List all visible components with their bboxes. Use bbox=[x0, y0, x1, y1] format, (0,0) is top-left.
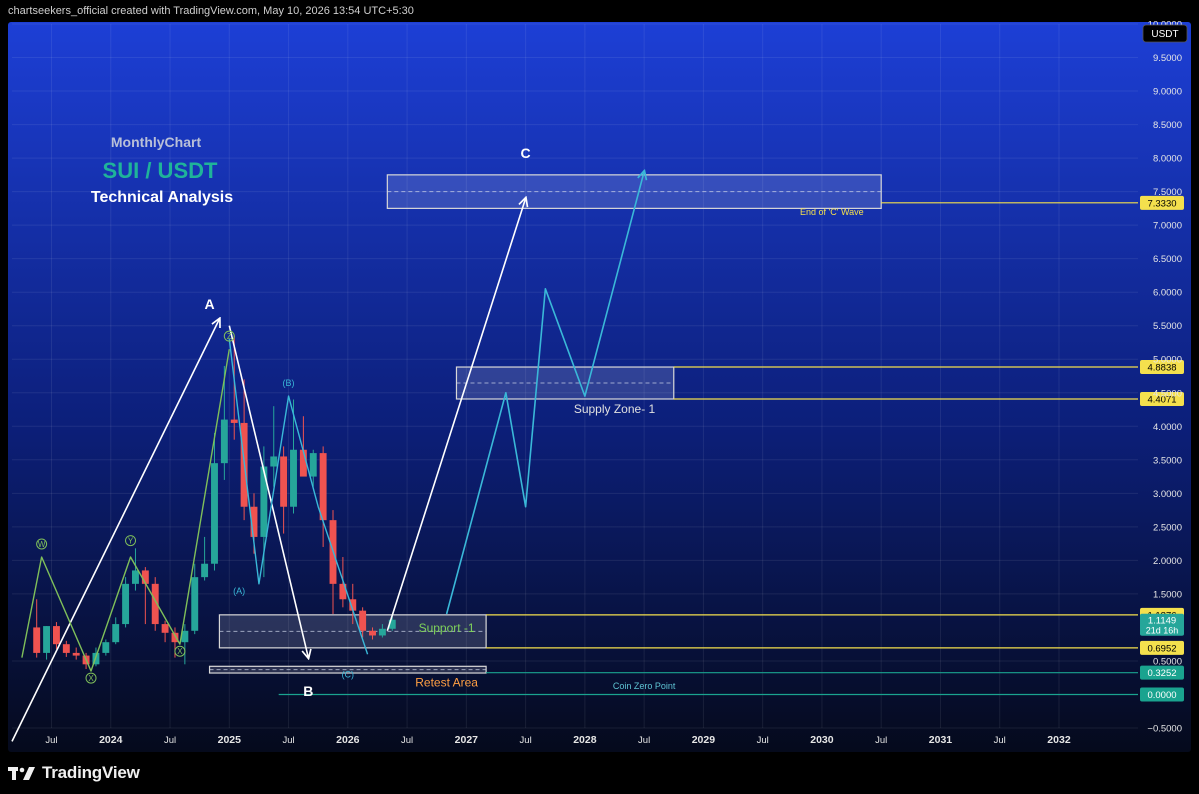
candle-body bbox=[72, 652, 80, 656]
wave-label: (C) bbox=[342, 670, 355, 680]
y-tick-label: 4.5000 bbox=[1153, 388, 1182, 399]
candle-body bbox=[122, 583, 130, 625]
x-tick-label: Jul bbox=[520, 735, 532, 746]
y-tick-label: 5.5000 bbox=[1153, 321, 1182, 332]
wave-label: (B) bbox=[283, 378, 295, 388]
candle-body bbox=[378, 628, 386, 636]
pair-heading: SUI / USDT bbox=[103, 158, 218, 183]
monthly-chart-heading: MonthlyChart bbox=[111, 134, 202, 150]
y-tick-label: 7.0000 bbox=[1153, 221, 1182, 232]
y-tick-label: 0.5000 bbox=[1153, 656, 1182, 667]
y-tick-label: 2.0000 bbox=[1153, 556, 1182, 567]
wave-label: Y bbox=[128, 537, 134, 546]
price-chart[interactable]: End of 'C' Wave Supply Zone- 1 Support -1 R… bbox=[0, 0, 1199, 794]
x-tick-label: 2026 bbox=[336, 734, 360, 746]
candle-body bbox=[161, 624, 169, 633]
wave-label: B bbox=[303, 683, 313, 699]
currency-badge[interactable]: USDT bbox=[1142, 24, 1188, 43]
countdown-label: 21d 16h bbox=[1146, 626, 1179, 636]
currency-label: USDT bbox=[1151, 29, 1178, 40]
wave-label: X bbox=[177, 647, 183, 656]
price-label: 0.6952 bbox=[1147, 643, 1176, 654]
zone-label: Retest Area bbox=[415, 675, 478, 689]
wave-label: W bbox=[38, 540, 46, 549]
candle-body bbox=[132, 570, 139, 584]
zone-label: Support -1 bbox=[419, 621, 475, 635]
level-note: Coin Zero Point bbox=[613, 681, 676, 691]
y-tick-label: 5.0000 bbox=[1153, 355, 1182, 366]
candle-body bbox=[201, 563, 209, 578]
x-tick-label: 2027 bbox=[455, 734, 479, 746]
y-tick-label: 9.5000 bbox=[1153, 53, 1182, 64]
y-tick-label: 3.0000 bbox=[1153, 489, 1182, 500]
y-tick-label: −0.5000 bbox=[1147, 724, 1182, 735]
x-tick-label: Jul bbox=[994, 735, 1006, 746]
x-tick-label: 2031 bbox=[929, 734, 953, 746]
y-tick-label: 8.5000 bbox=[1153, 120, 1182, 131]
candle-body bbox=[102, 642, 110, 653]
x-tick-label: 2029 bbox=[692, 734, 716, 746]
candle-body bbox=[211, 463, 218, 564]
candle-body bbox=[270, 456, 278, 467]
wave-label: Z bbox=[227, 332, 232, 341]
candle-body bbox=[280, 456, 288, 507]
price-label: 0.0000 bbox=[1147, 690, 1176, 701]
y-tick-label: 2.5000 bbox=[1153, 522, 1182, 533]
x-tick-label: Jul bbox=[164, 735, 176, 746]
y-tick-label: 7.5000 bbox=[1153, 187, 1182, 198]
x-tick-label: 2025 bbox=[218, 734, 242, 746]
candle-body bbox=[220, 419, 228, 464]
zone-label: End of 'C' Wave bbox=[800, 207, 864, 217]
wave-label: (A) bbox=[233, 586, 245, 596]
y-tick-label: 1.5000 bbox=[1153, 589, 1182, 600]
technical-analysis-heading: Technical Analysis bbox=[91, 189, 233, 206]
candle-body bbox=[319, 453, 327, 521]
attribution-text: chartseekers_official created with Tradi… bbox=[8, 5, 414, 17]
candle-body bbox=[52, 626, 60, 645]
candle-body bbox=[62, 644, 70, 653]
price-label: 7.3330 bbox=[1147, 198, 1176, 209]
candle-body bbox=[230, 419, 238, 423]
y-tick-label: 3.5000 bbox=[1153, 455, 1182, 466]
candle bbox=[122, 577, 130, 628]
x-tick-label: 2028 bbox=[573, 734, 597, 746]
candle-body bbox=[112, 624, 120, 643]
wave-label: A bbox=[204, 296, 214, 312]
x-tick-label: Jul bbox=[757, 735, 769, 746]
tradingview-logo[interactable]: TradingView bbox=[8, 762, 140, 784]
y-tick-label: 6.5000 bbox=[1153, 254, 1182, 265]
candle-body bbox=[33, 627, 41, 653]
y-tick-label: 4.0000 bbox=[1153, 422, 1182, 433]
tradingview-chart-page: End of 'C' Wave Supply Zone- 1 Support -1 R… bbox=[0, 0, 1199, 794]
wave-label: X bbox=[88, 674, 94, 683]
tradingview-logo-text: TradingView bbox=[42, 763, 140, 782]
candle-body bbox=[369, 630, 376, 636]
candle-body bbox=[191, 577, 199, 631]
wave-label: C bbox=[521, 145, 531, 161]
x-tick-label: 2024 bbox=[99, 734, 123, 746]
candle-body bbox=[309, 453, 317, 477]
candle-body bbox=[359, 610, 367, 631]
x-tick-label: 2032 bbox=[1047, 734, 1071, 746]
candle-body bbox=[43, 626, 51, 653]
candle-body bbox=[290, 449, 297, 507]
x-tick-label: Jul bbox=[401, 735, 413, 746]
x-tick-label: Jul bbox=[282, 735, 294, 746]
y-tick-label: 6.0000 bbox=[1153, 288, 1182, 299]
tradingview-logo-icon bbox=[8, 767, 35, 780]
candle-body bbox=[260, 466, 268, 537]
x-tick-label: Jul bbox=[45, 735, 57, 746]
x-tick-label: Jul bbox=[638, 735, 650, 746]
x-tick-label: 2030 bbox=[810, 734, 834, 746]
zone-label: Supply Zone- 1 bbox=[574, 402, 656, 416]
price-label: 0.3252 bbox=[1147, 668, 1176, 679]
x-tick-label: Jul bbox=[875, 735, 887, 746]
y-tick-label: 8.0000 bbox=[1153, 154, 1182, 165]
y-tick-label: 9.0000 bbox=[1153, 87, 1182, 98]
